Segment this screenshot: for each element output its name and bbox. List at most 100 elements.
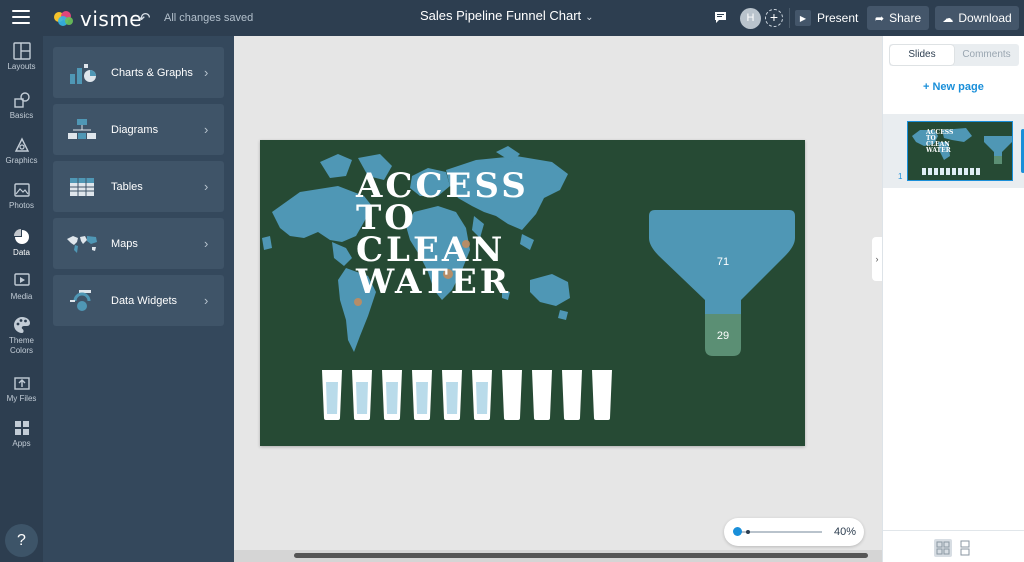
panel-item-diagrams[interactable]: Diagrams ›: [53, 104, 224, 155]
rail-label: Media: [10, 292, 33, 301]
slide-thumbnail[interactable]: ACCESS TO CLEAN WATER: [907, 121, 1013, 181]
list-view-icon[interactable]: [956, 539, 974, 557]
diagrams-icon: [68, 118, 96, 139]
panel-item-charts-graphs[interactable]: Charts & Graphs ›: [53, 47, 224, 98]
chevron-down-icon: ⌄: [585, 12, 594, 23]
panel-tabs: Slides Comments: [889, 44, 1019, 66]
rail-label: Layouts: [7, 62, 36, 71]
divider: [789, 8, 790, 28]
maps-icon: [67, 235, 97, 253]
title-line: WATER: [356, 262, 512, 302]
top-bar: visme ↶ All changes saved Sales Pipeline…: [0, 0, 1024, 36]
save-status: All changes saved: [164, 12, 254, 24]
rail-item-my-files[interactable]: My Files: [0, 374, 43, 404]
editor-canvas[interactable]: ACCESS TO CLEAN WATER 71 29 40%: [234, 36, 882, 562]
zoom-level: 40%: [834, 526, 857, 538]
funnel-bottom-value: 29: [717, 330, 729, 342]
logo-text: visme: [80, 7, 143, 31]
water-glass: [412, 370, 432, 420]
share-label: Share: [889, 11, 922, 25]
undo-icon[interactable]: ↶: [138, 9, 151, 27]
collapse-panel-chevron-icon[interactable]: ›: [872, 237, 882, 281]
tab-comments[interactable]: Comments: [955, 45, 1018, 65]
share-icon: ➦: [874, 12, 885, 25]
panel-item-label: Tables: [111, 180, 143, 193]
water-glass: [322, 370, 342, 420]
water-glass: [382, 370, 402, 420]
grid-view-icon[interactable]: [934, 539, 952, 557]
water-glass: [442, 370, 462, 420]
panel-item-label: Diagrams: [111, 123, 159, 136]
apps-icon: [14, 421, 29, 435]
water-glasses-graphic[interactable]: [320, 368, 620, 422]
slide-number: 1: [898, 172, 903, 181]
share-button[interactable]: ➦ Share: [867, 6, 929, 30]
slide-thumbnail-preview: ACCESS TO CLEAN WATER: [912, 128, 1012, 175]
graphics-icon: [14, 137, 29, 152]
view-toggle: [883, 530, 1024, 562]
water-glass: [472, 370, 492, 420]
charts-icon: [70, 63, 96, 84]
thumb-title-line: WATER: [925, 147, 952, 154]
rail-item-layouts[interactable]: Layouts: [0, 42, 43, 72]
rail-label: Apps: [12, 439, 31, 448]
rail-item-basics[interactable]: Basics: [0, 91, 43, 121]
panel-item-data-widgets[interactable]: Data Widgets ›: [53, 275, 224, 326]
rail-item-photos[interactable]: Photos: [0, 181, 43, 211]
user-avatar[interactable]: H: [740, 8, 761, 29]
rail-label: Data: [13, 248, 30, 257]
rail-item-data[interactable]: Data: [0, 228, 43, 258]
rail-item-graphics[interactable]: Graphics: [0, 136, 43, 166]
zoom-control: 40%: [724, 518, 864, 546]
data-icon: [13, 229, 29, 244]
horizontal-scrollbar[interactable]: [294, 553, 868, 558]
chevron-right-icon: ›: [204, 65, 209, 80]
rail-item-media[interactable]: Media: [0, 272, 43, 302]
tab-slides[interactable]: Slides: [890, 45, 954, 65]
play-icon: ▶: [795, 10, 811, 26]
chevron-right-icon: ›: [204, 236, 209, 251]
rail-item-theme-colors[interactable]: Theme Colors: [0, 316, 43, 356]
document-title[interactable]: Sales Pipeline Funnel Chart ⌄: [420, 8, 594, 23]
present-button[interactable]: ▶ Present: [795, 6, 858, 30]
slide-title[interactable]: ACCESS TO CLEAN WATER: [356, 169, 529, 302]
basics-icon: [13, 92, 30, 108]
rail-label: Graphics: [5, 156, 38, 165]
cloud-download-icon: ☁: [942, 12, 954, 25]
zoom-marker: [746, 530, 750, 534]
photos-icon: [13, 183, 30, 197]
upload-icon: [13, 377, 30, 390]
new-page-button[interactable]: + New page: [923, 81, 984, 93]
water-glass: [502, 370, 522, 420]
download-button[interactable]: ☁ Download: [935, 6, 1019, 30]
data-widgets-icon: [70, 289, 91, 311]
panel-item-tables[interactable]: Tables ›: [53, 161, 224, 212]
water-glass: [352, 370, 372, 420]
present-label: Present: [817, 11, 859, 25]
rail-label: My Files: [6, 394, 37, 403]
help-button[interactable]: ?: [5, 524, 38, 557]
data-panel: Charts & Graphs › Diagrams › Tables › Ma…: [43, 36, 234, 562]
panel-item-label: Maps: [111, 237, 138, 250]
chevron-right-icon: ›: [204, 293, 209, 308]
zoom-slider-handle[interactable]: [733, 527, 742, 536]
document-title-text: Sales Pipeline Funnel Chart: [420, 8, 582, 23]
slides-panel: Slides Comments + New page 1 ACCESS TO C…: [882, 36, 1024, 562]
visme-logo[interactable]: visme: [53, 7, 142, 31]
media-icon: [13, 273, 30, 286]
water-glass: [592, 370, 612, 420]
water-glass: [532, 370, 552, 420]
rail-item-apps[interactable]: Apps: [0, 419, 43, 449]
slide[interactable]: ACCESS TO CLEAN WATER 71 29: [260, 140, 805, 446]
palette-icon: [13, 317, 30, 333]
panel-item-maps[interactable]: Maps ›: [53, 218, 224, 269]
funnel-top-value: 71: [717, 256, 729, 268]
visme-logo-mark: [54, 11, 73, 26]
funnel-chart[interactable]: 71 29: [645, 208, 805, 368]
slide-thumbnail-row[interactable]: 1 ACCESS TO CLEAN WATER: [883, 114, 1024, 188]
menu-icon[interactable]: [12, 10, 30, 24]
comment-icon[interactable]: [714, 11, 727, 29]
layouts-icon: [12, 42, 31, 60]
add-collaborator-icon[interactable]: +: [765, 9, 783, 27]
left-rail: Layouts Basics Graphics Photos Data Medi…: [0, 36, 43, 562]
